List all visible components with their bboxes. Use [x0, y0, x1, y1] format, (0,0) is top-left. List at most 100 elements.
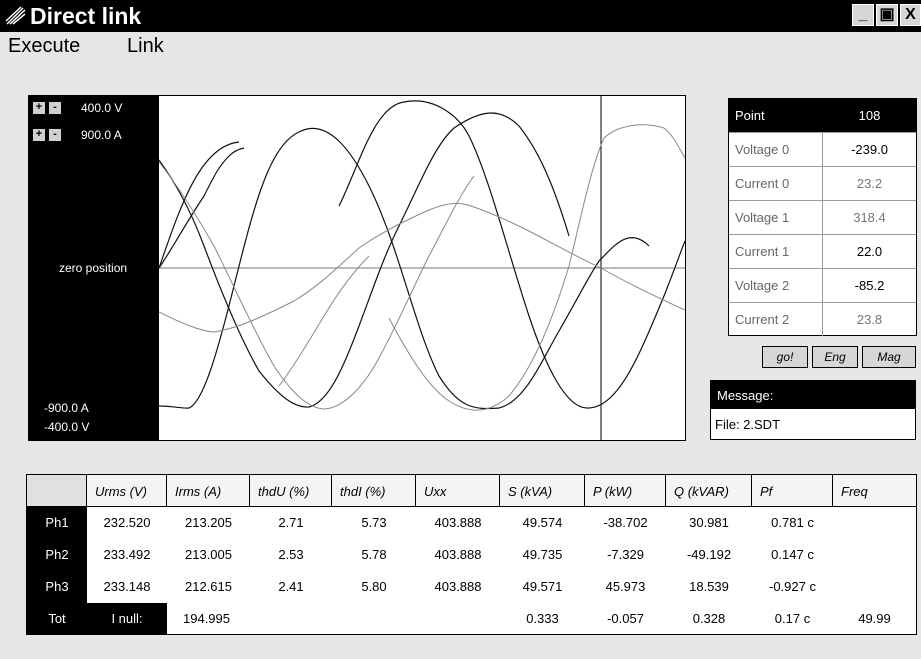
current-scale-minus-button[interactable]: -	[49, 129, 61, 141]
message-box: Message: File: 2.SDT	[710, 380, 916, 440]
table-cell: 403.888	[434, 547, 482, 562]
table-corner-header	[27, 475, 87, 507]
table-cell: 2.53	[278, 547, 304, 562]
table-cell	[833, 571, 916, 603]
table-cell: 233.148	[103, 579, 151, 594]
title-bar: Direct link _ ▣ X	[0, 0, 921, 32]
column-header[interactable]: Freq	[833, 475, 916, 507]
table-cell: 403.888	[434, 579, 482, 594]
bottom-voltage-label: -400.0 V	[44, 420, 90, 434]
point-row-value: 23.2	[856, 176, 883, 191]
table-cell: 2.41	[278, 579, 304, 594]
table-cell: 194.995	[183, 611, 230, 626]
column-header[interactable]: Pf	[752, 475, 833, 507]
point-row-label: Current 0	[729, 167, 823, 200]
eng-button[interactable]: Eng	[812, 346, 858, 368]
column-header[interactable]: Irms (A)	[167, 475, 250, 507]
table-cell: 0.17 c	[774, 611, 811, 626]
point-row-value: -85.2	[854, 278, 885, 293]
table-cell	[833, 507, 916, 539]
row-header-ph1: Ph1	[27, 507, 87, 539]
lightning-logo-icon	[5, 6, 26, 25]
point-header-row: Point 108	[729, 99, 916, 133]
point-values-table: Point 108 Voltage 0 -239.0 Current 0 23.…	[728, 98, 917, 336]
table-cell: 5.80	[361, 579, 387, 594]
column-header[interactable]: P (kW)	[585, 475, 666, 507]
table-cell: 18.539	[689, 579, 729, 594]
point-row-value: 318.4	[853, 210, 886, 225]
table-cell: 49.571	[522, 579, 563, 594]
column-header[interactable]: Uxx	[416, 475, 500, 507]
menu-bar: Execute Link	[0, 32, 921, 62]
table-cell: -7.329	[607, 547, 644, 562]
table-cell	[833, 539, 916, 571]
table-cell: 0.328	[692, 611, 726, 626]
mag-button[interactable]: Mag	[862, 346, 916, 368]
table-cell: -49.192	[686, 547, 732, 562]
voltage-scale-label: 400.0 V	[81, 101, 123, 115]
table-cell: 232.520	[103, 515, 151, 530]
point-label: Point	[735, 108, 765, 123]
bottom-current-label: -900.0 A	[44, 401, 89, 415]
table-cell: 233.492	[103, 547, 151, 562]
window-title: Direct link	[30, 3, 142, 29]
table-cell: 212.615	[185, 579, 232, 594]
menu-link[interactable]: Link	[127, 35, 164, 58]
point-row-value: 23.8	[856, 312, 883, 327]
column-header[interactable]: Q (kVAR)	[666, 475, 752, 507]
table-cell: 0.333	[526, 611, 559, 626]
row-header-tot: Tot	[27, 603, 87, 634]
voltage-scale-minus-button[interactable]: -	[49, 102, 61, 114]
point-row-label: Voltage 2	[729, 269, 823, 302]
point-row-current-1: Current 1 22.0	[729, 235, 916, 269]
table-cell: 403.888	[434, 515, 482, 530]
point-row-voltage-1: Voltage 1 318.4	[729, 201, 916, 235]
point-row-label: Current 2	[729, 303, 823, 336]
point-row-label: Voltage 0	[729, 133, 823, 166]
close-button[interactable]: X	[900, 4, 921, 26]
zero-position-label: zero position	[59, 261, 128, 275]
table-cell: -0.057	[607, 611, 644, 626]
point-row-label: Voltage 1	[729, 201, 823, 234]
column-header[interactable]: S (kVA)	[500, 475, 585, 507]
measurements-table: Urms (V) Irms (A) thdU (%) thdI (%) Uxx …	[26, 474, 917, 635]
column-header[interactable]: thdI (%)	[332, 475, 416, 507]
point-row-voltage-0: Voltage 0 -239.0	[729, 133, 916, 167]
table-cell: 213.005	[185, 547, 232, 562]
table-cell: 5.73	[361, 515, 387, 530]
point-row-value: 22.0	[856, 244, 883, 259]
waveform-svg	[158, 96, 686, 440]
scope-scale-panel: + - 400.0 V + - 900.0 A zero position -9…	[28, 95, 158, 441]
minimize-button[interactable]: _	[852, 4, 874, 26]
point-row-current-2: Current 2 23.8	[729, 303, 916, 337]
column-header[interactable]: thdU (%)	[250, 475, 332, 507]
table-cell: 5.78	[361, 547, 387, 562]
table-cell: 0.781 c	[771, 515, 814, 530]
table-cell: 49.735	[522, 547, 563, 562]
row-header-ph3: Ph3	[27, 571, 87, 603]
table-cell: 45.973	[605, 579, 646, 594]
i-null-label: I null:	[87, 603, 167, 634]
point-number: 108	[858, 108, 881, 123]
table-cell: -38.702	[603, 515, 648, 530]
voltage-scale-plus-button[interactable]: +	[33, 102, 45, 114]
message-text: File: 2.SDT	[715, 417, 781, 432]
point-row-label: Current 1	[729, 235, 823, 268]
table-cell: 0.147 c	[771, 547, 814, 562]
point-row-voltage-2: Voltage 2 -85.2	[729, 269, 916, 303]
table-cell: 49.99	[858, 611, 891, 626]
waveform-display[interactable]	[158, 95, 686, 441]
table-cell: 2.71	[278, 515, 304, 530]
restore-button[interactable]: ▣	[876, 4, 898, 26]
table-cell: 49.574	[522, 515, 563, 530]
table-cell: 30.981	[689, 515, 729, 530]
column-header[interactable]: Urms (V)	[87, 475, 167, 507]
point-row-value: -239.0	[851, 142, 888, 157]
table-cell: -0.927 c	[769, 579, 816, 594]
go-button[interactable]: go!	[762, 346, 808, 368]
row-header-ph2: Ph2	[27, 539, 87, 571]
point-row-current-0: Current 0 23.2	[729, 167, 916, 201]
table-cell: 213.205	[185, 515, 232, 530]
current-scale-plus-button[interactable]: +	[33, 129, 45, 141]
menu-execute[interactable]: Execute	[8, 35, 80, 58]
